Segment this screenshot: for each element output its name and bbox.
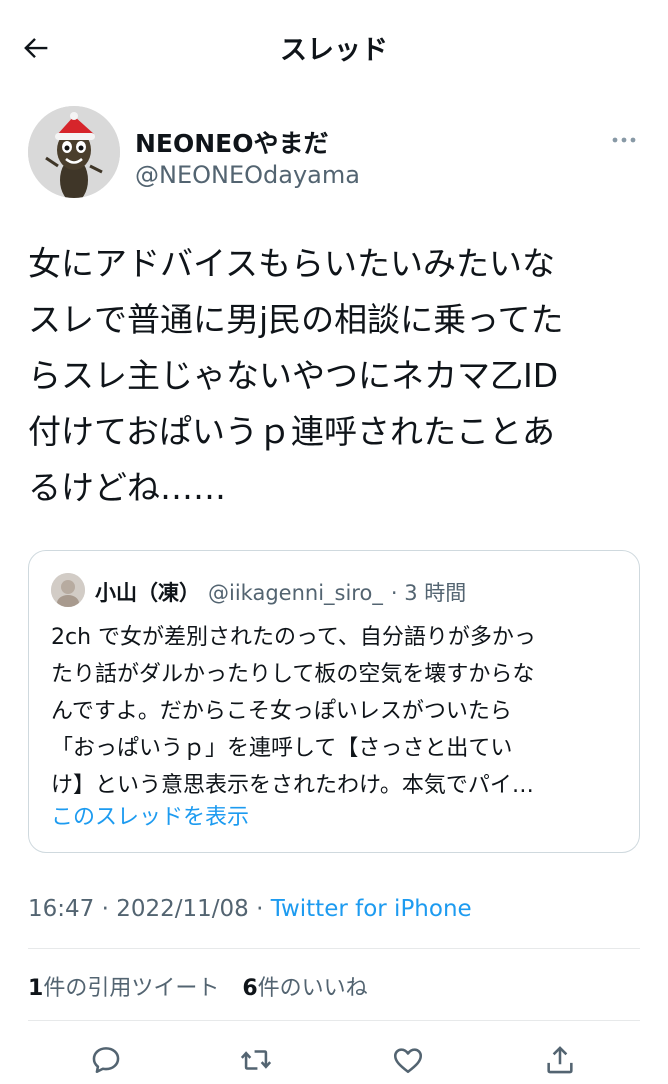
tweet-line: 付けておぱいうｐ連呼されたことあ [28, 412, 556, 451]
tweet-stats: 1件の引用ツイート 6件のいいね [28, 970, 384, 1002]
likes-label: 件のいいね [257, 976, 368, 1001]
quoted-author-name: 小山（凍） [95, 581, 200, 605]
quoted-line: たり話がダルかったりして板の空気を壊すからな [51, 662, 535, 687]
retweet-button[interactable] [236, 1040, 276, 1080]
top-bar: スレッド [0, 0, 668, 92]
more-button[interactable] [608, 128, 640, 152]
quoted-line: 2ch で女が差別されたのって、自分語りが多かっ [51, 625, 536, 650]
quote-tweets-count: 1 [28, 976, 44, 1001]
retweet-icon [240, 1050, 272, 1070]
avatar-character-image [28, 106, 120, 198]
show-thread-link[interactable]: このスレッドを表示 [51, 799, 249, 831]
tweet-line: スレで普通に男j民の相談に乗ってた [28, 300, 564, 339]
likes-count: 6 [242, 976, 258, 1001]
author-avatar[interactable] [28, 106, 120, 198]
quoted-line: んですよ。だからこそ女っぽいレスがついたら [51, 699, 512, 724]
quote-tweets-label: 件の引用ツイート [43, 976, 220, 1001]
tweet-author: NEONEOやまだ @NEONEOdayama [28, 106, 640, 202]
tweet-line: 女にアドバイスもらいたいみたいな [28, 244, 556, 283]
more-horizontal-icon [612, 137, 636, 143]
quoted-author-handle: @iikagenni_siro_ [208, 581, 383, 605]
quoted-tweet-body: 2ch で女が差別されたのって、自分語りが多かっ たり話がダルかったりして板の空… [51, 619, 625, 804]
divider [28, 948, 640, 949]
quoted-tweet-time: · 3 時間 [390, 581, 467, 605]
share-icon [547, 1046, 573, 1074]
quoted-tweet-card[interactable]: 小山（凍） @iikagenni_siro_ · 3 時間 2ch で女が差別された… [28, 550, 640, 853]
tweet-actions-bar [0, 1034, 668, 1084]
reply-icon [92, 1047, 120, 1074]
quote-tweets-stat[interactable]: 1件の引用ツイート [28, 976, 219, 1001]
tweet-line: らスレ主じゃないやつにネカマ乙ID [28, 356, 559, 395]
share-button[interactable] [540, 1040, 580, 1080]
like-button[interactable] [388, 1040, 428, 1080]
quoted-avatar-image [51, 573, 85, 607]
quoted-line: 「おっぱいうｐ」を連呼して【さっさと出てい [51, 736, 513, 761]
heart-icon [393, 1048, 423, 1074]
reply-button[interactable] [86, 1040, 126, 1080]
tweet-meta: 16:47 · 2022/11/08 · Twitter for iPhone [28, 896, 472, 922]
tweet-line: るけどね…… [28, 468, 226, 507]
quoted-tweet-header: 小山（凍） @iikagenni_siro_ · 3 時間 [95, 577, 466, 607]
author-display-name[interactable]: NEONEOやまだ [135, 124, 329, 160]
tweet-source-link[interactable]: Twitter for iPhone [271, 896, 472, 922]
divider [28, 1020, 640, 1021]
quoted-author-avatar [51, 573, 85, 607]
tweet-body: 女にアドバイスもらいたいみたいな スレで普通に男j民の相談に乗ってた らスレ主じ… [28, 236, 640, 516]
page-title: スレッド [280, 35, 388, 66]
author-handle[interactable]: @NEONEOdayama [135, 161, 360, 189]
tweet-timestamp: 16:47 · 2022/11/08 · [28, 896, 271, 922]
likes-stat[interactable]: 6件のいいね [242, 976, 367, 1001]
